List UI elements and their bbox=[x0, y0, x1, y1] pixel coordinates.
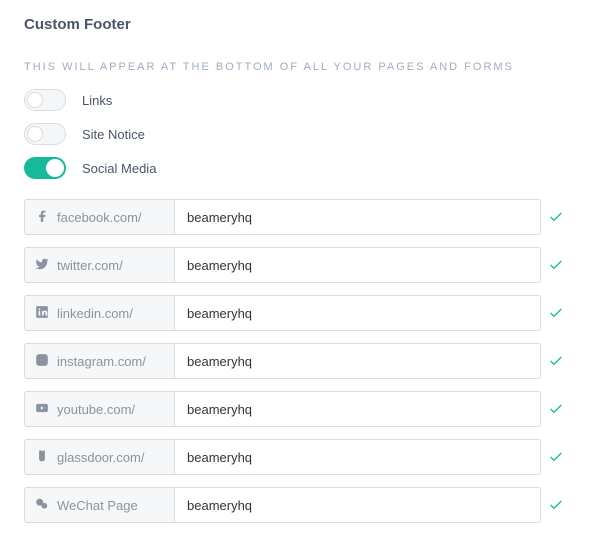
section-subtitle: THIS WILL APPEAR AT THE BOTTOM OF ALL YO… bbox=[24, 61, 571, 73]
glassdoor-prefix: glassdoor.com/ bbox=[24, 439, 174, 475]
facebook-input[interactable] bbox=[174, 199, 541, 235]
wechat-input[interactable] bbox=[174, 487, 541, 523]
social-field-row: glassdoor.com/ bbox=[24, 439, 571, 475]
check-icon bbox=[541, 209, 571, 225]
check-icon bbox=[541, 353, 571, 369]
section-title: Custom Footer bbox=[24, 16, 571, 33]
wechat-icon bbox=[35, 497, 49, 514]
instagram-prefix: instagram.com/ bbox=[24, 343, 174, 379]
glassdoor-icon bbox=[35, 449, 49, 466]
twitter-icon bbox=[35, 257, 49, 274]
links-toggle-label: Links bbox=[82, 93, 112, 108]
glassdoor-input[interactable] bbox=[174, 439, 541, 475]
youtube-prefix: youtube.com/ bbox=[24, 391, 174, 427]
check-icon bbox=[541, 449, 571, 465]
youtube-input[interactable] bbox=[174, 391, 541, 427]
instagram-input[interactable] bbox=[174, 343, 541, 379]
site-notice-toggle[interactable] bbox=[24, 123, 66, 145]
check-icon bbox=[541, 497, 571, 513]
twitter-prefix: twitter.com/ bbox=[24, 247, 174, 283]
facebook-icon bbox=[35, 209, 49, 226]
facebook-prefix: facebook.com/ bbox=[24, 199, 174, 235]
check-icon bbox=[541, 401, 571, 417]
social-media-toggle[interactable] bbox=[24, 157, 66, 179]
prefix-label: youtube.com/ bbox=[57, 402, 135, 417]
social-field-row: facebook.com/ bbox=[24, 199, 571, 235]
social-field-row: instagram.com/ bbox=[24, 343, 571, 379]
links-toggle[interactable] bbox=[24, 89, 66, 111]
youtube-icon bbox=[35, 401, 49, 418]
instagram-icon bbox=[35, 353, 49, 370]
linkedin-input[interactable] bbox=[174, 295, 541, 331]
wechat-prefix: WeChat Page bbox=[24, 487, 174, 523]
social-field-row: WeChat Page bbox=[24, 487, 571, 523]
linkedin-icon bbox=[35, 305, 49, 322]
prefix-label: facebook.com/ bbox=[57, 210, 142, 225]
check-icon bbox=[541, 305, 571, 321]
twitter-input[interactable] bbox=[174, 247, 541, 283]
prefix-label: instagram.com/ bbox=[57, 354, 146, 369]
social-field-row: twitter.com/ bbox=[24, 247, 571, 283]
prefix-label: WeChat Page bbox=[57, 498, 138, 513]
social-media-toggle-label: Social Media bbox=[82, 161, 156, 176]
site-notice-toggle-label: Site Notice bbox=[82, 127, 145, 142]
linkedin-prefix: linkedin.com/ bbox=[24, 295, 174, 331]
check-icon bbox=[541, 257, 571, 273]
social-field-row: youtube.com/ bbox=[24, 391, 571, 427]
prefix-label: twitter.com/ bbox=[57, 258, 123, 273]
prefix-label: linkedin.com/ bbox=[57, 306, 133, 321]
social-field-row: linkedin.com/ bbox=[24, 295, 571, 331]
prefix-label: glassdoor.com/ bbox=[57, 450, 144, 465]
